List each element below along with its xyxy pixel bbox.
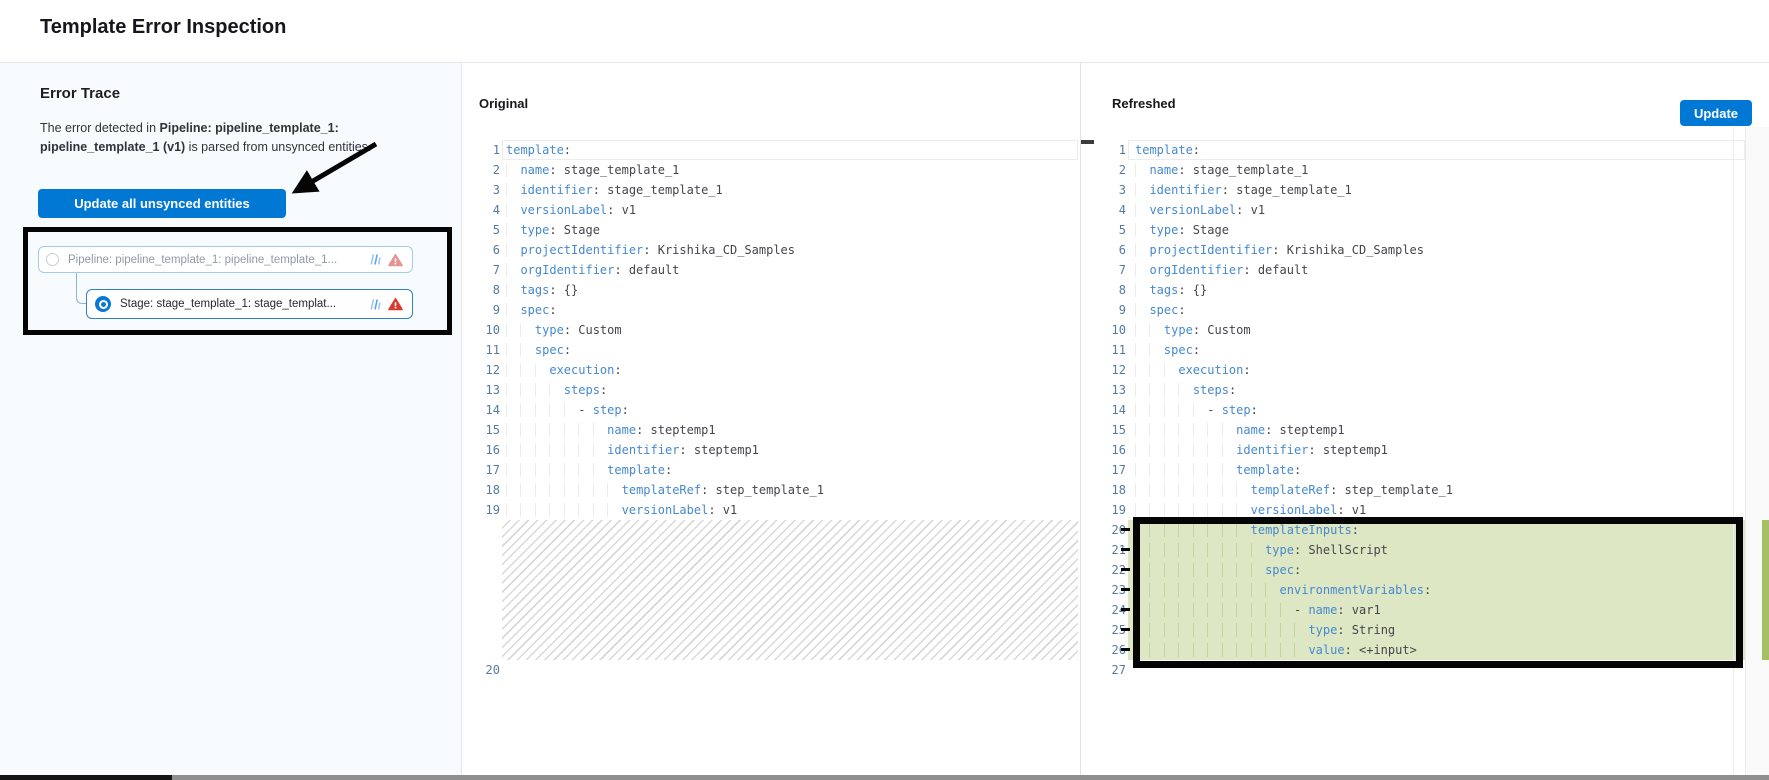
code-line: 20 templateInputs: [1100,520,1745,540]
pipeline-entity-label: Pipeline: pipeline_template_1: pipeline_… [68,254,361,266]
added-line-gutter-tick [1121,588,1130,591]
warning-triangle-error-icon [388,297,403,311]
error-description: The error detected in Pipeline: pipeline… [40,119,405,157]
code-line: 5 type: Stage [478,220,1078,240]
code-line: 20 [478,660,1078,680]
code-line: 17 template: [1100,460,1745,480]
added-line-gutter-tick [1121,528,1130,531]
code-line: 8 tags: {} [478,280,1078,300]
code-line: 3 identifier: stage_template_1 [1100,180,1745,200]
added-line-gutter-tick [1121,568,1130,571]
code-line: 19 versionLabel: v1 [478,500,1078,520]
code-line: 25 type: String [1100,620,1745,640]
code-line: 6 projectIdentifier: Krishika_CD_Samples [1100,240,1745,260]
warning-triangle-muted-icon [388,253,403,267]
update-all-unsynced-button[interactable]: Update all unsynced entities [38,189,286,218]
code-line: 14 - step: [1100,400,1745,420]
template-library-icon [368,298,381,311]
code-line: 9 spec: [478,300,1078,320]
code-line: 18 templateRef: step_template_1 [478,480,1078,500]
tree-item-pipeline[interactable]: Pipeline: pipeline_template_1: pipeline_… [38,246,413,273]
code-line: 16 identifier: steptemp1 [1100,440,1745,460]
scroll-position-indicator [1081,140,1094,144]
code-line: 21 type: ShellScript [1100,540,1745,560]
code-line: 12 execution: [1100,360,1745,380]
code-line: 24 - name: var1 [1100,600,1745,620]
code-line: 2 name: stage_template_1 [1100,160,1745,180]
stage-radio-button[interactable] [95,296,111,312]
code-line: 23 environmentVariables: [1100,580,1745,600]
refreshed-panel-title: Refreshed [1112,96,1176,111]
horizontal-scrollbar[interactable] [0,775,1769,780]
code-line: 4 versionLabel: v1 [478,200,1078,220]
error-trace-sidebar [0,63,462,775]
original-editor-lines: 1template:2 name: stage_template_13 iden… [478,140,1078,680]
code-line: 3 identifier: stage_template_1 [478,180,1078,200]
added-line-gutter-tick [1121,628,1130,631]
tree-item-stage[interactable]: Stage: stage_template_1: stage_templat..… [86,289,413,319]
code-line: 1template: [478,140,1078,160]
code-line: 7 orgIdentifier: default [478,260,1078,280]
code-line: 18 templateRef: step_template_1 [1100,480,1745,500]
code-line: 1template: [1100,140,1745,160]
overview-ruler[interactable] [1745,127,1769,775]
code-line: 6 projectIdentifier: Krishika_CD_Samples [478,240,1078,260]
code-line: 17 template: [478,460,1078,480]
code-line: 22 spec: [1100,560,1745,580]
code-line: 27 [1100,660,1745,680]
original-panel-title: Original [479,96,528,111]
collapsed-diff-region [478,520,1078,660]
page-header: Template Error Inspection [0,0,1769,63]
code-line: 9 spec: [1100,300,1745,320]
code-line: 19 versionLabel: v1 [1100,500,1745,520]
template-error-inspection-page: Template Error Inspection Error Trace Th… [0,0,1769,780]
code-line: 16 identifier: steptemp1 [478,440,1078,460]
stage-entity-label: Stage: stage_template_1: stage_templat..… [120,298,368,310]
code-line: 15 name: steptemp1 [478,420,1078,440]
error-trace-heading: Error Trace [40,85,120,102]
code-line: 15 name: steptemp1 [1100,420,1745,440]
refreshed-editor-lines: 1template:2 name: stage_template_13 iden… [1100,140,1745,680]
code-line: 14 - step: [478,400,1078,420]
error-description-suffix: is parsed from unsynced entities. [185,140,371,154]
code-line: 4 versionLabel: v1 [1100,200,1745,220]
code-line: 26 value: <+input> [1100,640,1745,660]
code-line: 7 orgIdentifier: default [1100,260,1745,280]
added-line-gutter-tick [1121,608,1130,611]
code-line: 12 execution: [478,360,1078,380]
template-library-icon [368,253,381,266]
code-line: 5 type: Stage [1100,220,1745,240]
diff-added-ruler-mark [1762,520,1769,660]
code-line: 2 name: stage_template_1 [478,160,1078,180]
code-line: 8 tags: {} [1100,280,1745,300]
code-line: 10 type: Custom [1100,320,1745,340]
refreshed-editor[interactable]: 1template:2 name: stage_template_13 iden… [1100,140,1745,680]
code-line: 13 steps: [478,380,1078,400]
editor-right-edge-line [1733,127,1734,775]
horizontal-scrollbar-thumb[interactable] [0,775,172,780]
added-line-gutter-tick [1121,548,1130,551]
update-button[interactable]: Update [1680,100,1752,126]
page-title: Template Error Inspection [40,16,286,39]
added-line-gutter-tick [1121,648,1130,651]
code-line: 11 spec: [478,340,1078,360]
original-editor[interactable]: 1template:2 name: stage_template_13 iden… [478,140,1078,680]
code-line: 11 spec: [1100,340,1745,360]
tree-connector-line [76,273,86,304]
code-line: 10 type: Custom [478,320,1078,340]
code-line: 13 steps: [1100,380,1745,400]
pipeline-radio-button[interactable] [46,253,59,266]
panel-divider [1080,63,1081,775]
error-description-prefix: The error detected in [40,121,160,135]
